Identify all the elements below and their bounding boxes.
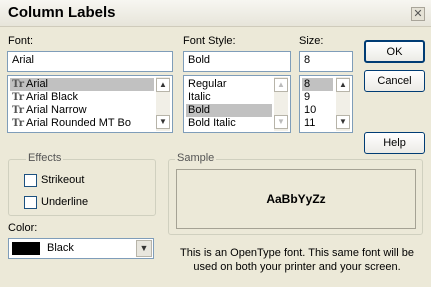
underline-label: Underline [41,196,89,208]
scroll-up-icon[interactable]: ▲ [336,78,350,92]
size-label: Size: [299,35,324,47]
font-style-list[interactable]: Regular Italic Bold Bold Italic ▲ ▼ [183,75,291,133]
font-input[interactable]: Arial [7,51,173,72]
list-item[interactable]: Bold [186,104,272,117]
scroll-down-icon[interactable]: ▼ [156,115,170,129]
list-item[interactable]: 9 [302,91,310,104]
size-list[interactable]: 8 9 10 11 ▲ ▼ [299,75,353,133]
ok-button[interactable]: OK [364,40,425,63]
font-description: This is an OpenType font. This same font… [180,247,414,273]
truetype-icon: Tr [12,105,24,116]
dialog-title: Column Labels [8,4,116,21]
list-item[interactable]: Regular [186,78,227,91]
list-item[interactable]: Tr Arial [10,78,154,91]
scroll-down-icon[interactable]: ▼ [336,115,350,129]
chevron-down-icon[interactable]: ▼ [136,240,152,257]
truetype-icon: Tr [12,118,24,129]
effects-label: Effects [26,152,64,164]
font-label: Font: [8,35,34,47]
close-icon: ✕ [413,8,423,20]
sample-text: AaBbYyZz [266,192,326,206]
help-button[interactable]: Help [364,132,425,154]
underline-checkbox[interactable] [24,196,37,209]
list-item[interactable]: Italic [186,91,211,104]
font-style-input[interactable]: Bold [183,51,291,72]
close-button[interactable]: ✕ [411,7,425,21]
size-input[interactable]: 8 [299,51,353,72]
scroll-down-icon[interactable]: ▼ [274,115,288,129]
list-item[interactable]: Tr Arial Black [10,91,78,104]
list-item[interactable]: Tr Arial Rounded MT Bo [10,117,131,130]
font-list[interactable]: Tr Arial Tr Arial Black Tr Arial Narrow Tr A… [7,75,173,133]
strikeout-label: Strikeout [41,174,85,186]
scroll-up-icon[interactable]: ▲ [156,78,170,92]
title-bar: Column Labels ✕ [0,0,431,27]
size-list-scrollbar[interactable]: ▲ ▼ [336,77,350,131]
sample-preview: AaBbYyZz [176,169,416,229]
color-value: Black [47,242,74,254]
font-style-label: Font Style: [183,35,236,47]
style-list-scrollbar[interactable]: ▲ ▼ [274,77,288,131]
truetype-icon: Tr [12,92,24,103]
list-item[interactable]: 10 [302,104,316,117]
list-item[interactable]: 11 [302,117,315,130]
color-select[interactable]: Black ▼ [8,238,154,259]
color-label: Color: [8,222,38,234]
truetype-icon: Tr [12,79,24,90]
font-list-scrollbar[interactable]: ▲ ▼ [156,77,170,131]
cancel-button[interactable]: Cancel [364,70,425,92]
color-swatch [12,242,40,255]
list-item[interactable]: 8 [302,78,333,91]
sample-label: Sample [175,152,217,164]
list-item[interactable]: Bold Italic [186,117,236,130]
scroll-up-icon[interactable]: ▲ [274,78,288,92]
list-item[interactable]: Tr Arial Narrow [10,104,87,117]
strikeout-checkbox[interactable] [24,174,37,187]
